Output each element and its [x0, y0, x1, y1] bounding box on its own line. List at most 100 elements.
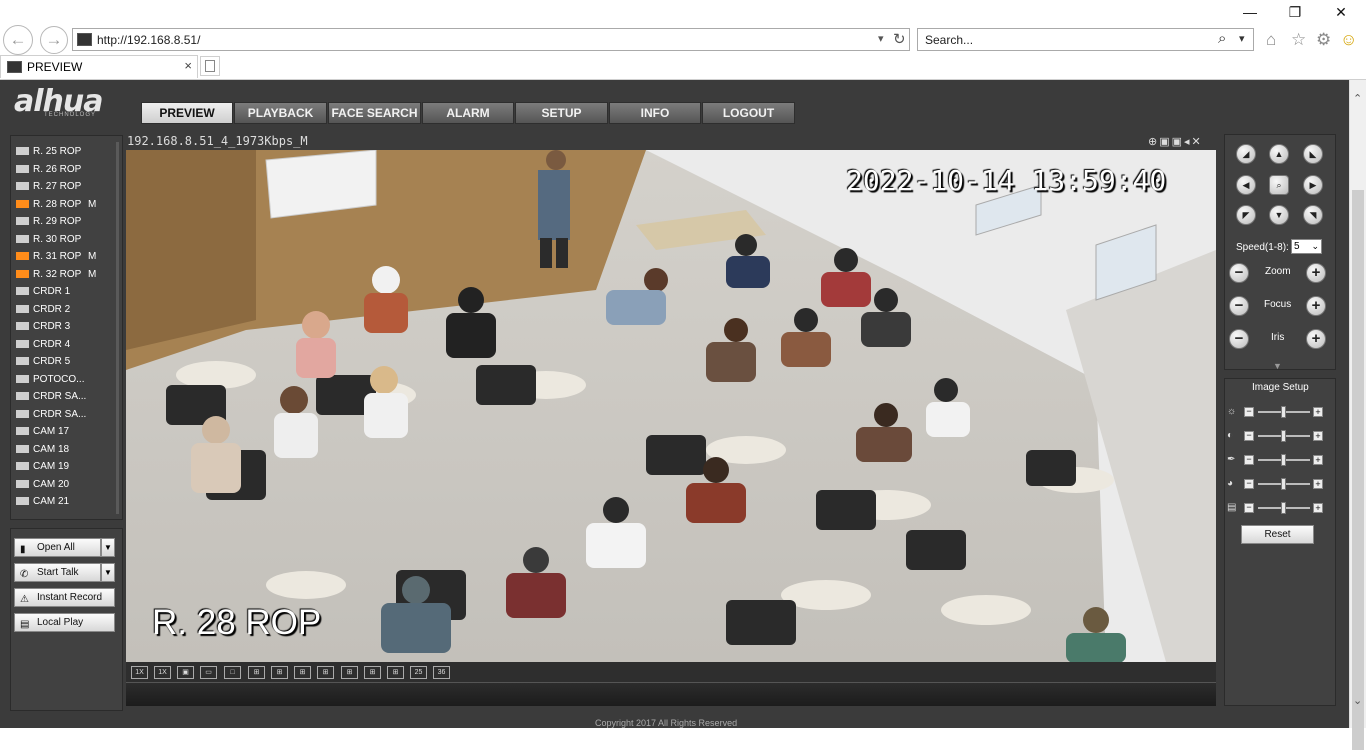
layout-button-2[interactable]: 1X	[154, 666, 171, 679]
collapse-ptz-icon[interactable]: ▼	[1273, 361, 1282, 371]
zoom-out-button[interactable]: −	[1229, 263, 1249, 283]
camera-list-item[interactable]: R. 29 ROP	[16, 216, 81, 232]
camera-list-item[interactable]: R. 28 ROP M	[16, 199, 96, 215]
ptz-up-right-button[interactable]: ◣	[1303, 144, 1323, 164]
camera-list-item[interactable]: R. 32 ROP M	[16, 269, 96, 285]
camera-list-item[interactable]: R. 26 ROP	[16, 164, 81, 180]
nav-tab-playback[interactable]: PLAYBACK	[234, 102, 327, 124]
open-all-button[interactable]: ▮ Open All	[14, 538, 101, 557]
browser-tab-preview[interactable]: PREVIEW ×	[0, 55, 198, 78]
layout-button-7[interactable]: ⊞	[271, 666, 288, 679]
slider-decrease-button[interactable]: −	[1244, 503, 1254, 513]
slider-increase-button[interactable]: +	[1313, 407, 1323, 417]
layout-button-3[interactable]: ▣	[177, 666, 194, 679]
slider-increase-button[interactable]: +	[1313, 503, 1323, 513]
search-icon[interactable]: ⌕	[1218, 30, 1226, 47]
nav-tab-setup[interactable]: SETUP	[515, 102, 608, 124]
video-feed[interactable]	[126, 150, 1216, 662]
camera-list-item[interactable]: CAM 17	[16, 426, 69, 442]
ptz-down-right-button[interactable]: ◥	[1303, 205, 1323, 225]
slider-increase-button[interactable]: +	[1313, 431, 1323, 441]
camera-list-scrollbar[interactable]	[116, 142, 119, 514]
slider-decrease-button[interactable]: −	[1244, 407, 1254, 417]
tab-close-icon[interactable]: ×	[184, 58, 192, 73]
slider-increase-button[interactable]: +	[1313, 479, 1323, 489]
nav-tab-info[interactable]: INFO	[609, 102, 701, 124]
camera-list-item[interactable]: CRDR SA...	[16, 391, 86, 407]
scroll-thumb[interactable]	[1352, 190, 1364, 750]
slider-thumb[interactable]	[1281, 502, 1286, 514]
minimize-window-icon[interactable]: —	[1236, 4, 1264, 20]
search-dropdown-icon[interactable]: ▾	[1239, 32, 1245, 45]
layout-button-11[interactable]: ⊞	[364, 666, 381, 679]
slider-decrease-button[interactable]: −	[1244, 455, 1254, 465]
layout-button-5[interactable]: □	[224, 666, 241, 679]
reset-button[interactable]: Reset	[1241, 525, 1314, 544]
camera-list-item[interactable]: CRDR 1	[16, 286, 70, 302]
slider-decrease-button[interactable]: −	[1244, 431, 1254, 441]
nav-tab-alarm[interactable]: ALARM	[422, 102, 514, 124]
layout-button-12[interactable]: ⊞	[387, 666, 404, 679]
iris-minus-button[interactable]: −	[1229, 329, 1249, 349]
address-bar[interactable]: http://192.168.8.51/ ▾ ↻	[72, 28, 910, 51]
ptz-up-left-button[interactable]: ◢	[1236, 144, 1256, 164]
camera-list-item[interactable]: CRDR 4	[16, 339, 70, 355]
camera-list-item[interactable]: R. 27 ROP	[16, 181, 81, 197]
settings-gear-icon[interactable]: ⚙	[1316, 30, 1331, 50]
camera-list-item[interactable]: CAM 19	[16, 461, 69, 477]
refresh-icon[interactable]: ↻	[893, 30, 906, 48]
ptz-right-button[interactable]: ▶	[1303, 175, 1323, 195]
layout-button-14[interactable]: 36	[433, 666, 450, 679]
layout-button-13[interactable]: 25	[410, 666, 427, 679]
close-window-icon[interactable]: ✕	[1327, 4, 1355, 21]
nav-tab-logout[interactable]: LOGOUT	[702, 102, 795, 124]
address-dropdown-icon[interactable]: ▾	[878, 32, 884, 45]
camera-list-item[interactable]: CAM 18	[16, 444, 69, 460]
scroll-up-icon[interactable]: ⌃	[1353, 92, 1362, 105]
nav-tab-preview[interactable]: PREVIEW	[141, 102, 233, 124]
layout-button-8[interactable]: ⊞	[294, 666, 311, 679]
camera-list-item[interactable]: CAM 21	[16, 496, 69, 512]
instant-record-button[interactable]: ⚠ Instant Record	[14, 588, 115, 607]
camera-list-item[interactable]: CRDR 2	[16, 304, 70, 320]
restore-window-icon[interactable]: ❐	[1281, 4, 1309, 21]
start-talk-button[interactable]: ✆ Start Talk	[14, 563, 101, 582]
focus-plus-button[interactable]: +	[1306, 296, 1326, 316]
camera-list-item[interactable]: CRDR 3	[16, 321, 70, 337]
ptz-3d-position-button[interactable]: ⌕	[1269, 175, 1289, 195]
camera-list-item[interactable]: R. 30 ROP	[16, 234, 81, 250]
video-toolbar-icons[interactable]: ⊕▣▣◂✕	[1148, 135, 1203, 148]
layout-button-9[interactable]: ⊞	[317, 666, 334, 679]
camera-list-item[interactable]: R. 31 ROP M	[16, 251, 96, 267]
slider-increase-button[interactable]: +	[1313, 455, 1323, 465]
layout-button-4[interactable]: ▭	[200, 666, 217, 679]
ptz-left-button[interactable]: ◀	[1236, 175, 1256, 195]
forward-button[interactable]: →	[40, 26, 68, 54]
browser-search-box[interactable]: Search... ⌕ ▾	[917, 28, 1254, 51]
slider-thumb[interactable]	[1281, 406, 1286, 418]
scroll-down-icon[interactable]: ⌄	[1353, 694, 1362, 707]
ptz-down-button[interactable]: ▼	[1269, 205, 1289, 225]
slider-thumb[interactable]	[1281, 478, 1286, 490]
zoom-in-button[interactable]: +	[1306, 263, 1326, 283]
new-tab-button[interactable]	[200, 56, 220, 76]
layout-button-6[interactable]: ⊞	[248, 666, 265, 679]
feedback-smiley-icon[interactable]: ☺	[1340, 30, 1357, 50]
camera-list-item[interactable]: CRDR 5	[16, 356, 70, 372]
page-scrollbar[interactable]: ⌃ ⌄	[1349, 80, 1366, 750]
ptz-up-button[interactable]: ▲	[1269, 144, 1289, 164]
back-button[interactable]: ←	[3, 25, 33, 55]
start-talk-dropdown[interactable]: ▼	[101, 563, 115, 582]
camera-list-item[interactable]: POTOCO...	[16, 374, 85, 390]
speed-select[interactable]: 5 ⌄	[1291, 239, 1322, 254]
ptz-down-left-button[interactable]: ◤	[1236, 205, 1256, 225]
home-icon[interactable]: ⌂	[1266, 30, 1276, 50]
camera-list-item[interactable]: CAM 20	[16, 479, 69, 495]
layout-button-1[interactable]: 1X	[131, 666, 148, 679]
camera-list-item[interactable]: CRDR SA...	[16, 409, 86, 425]
slider-thumb[interactable]	[1281, 430, 1286, 442]
favorites-star-icon[interactable]: ☆	[1291, 30, 1306, 50]
nav-tab-face-search[interactable]: FACE SEARCH	[328, 102, 421, 124]
local-play-button[interactable]: ▤ Local Play	[14, 613, 115, 632]
iris-plus-button[interactable]: +	[1306, 329, 1326, 349]
